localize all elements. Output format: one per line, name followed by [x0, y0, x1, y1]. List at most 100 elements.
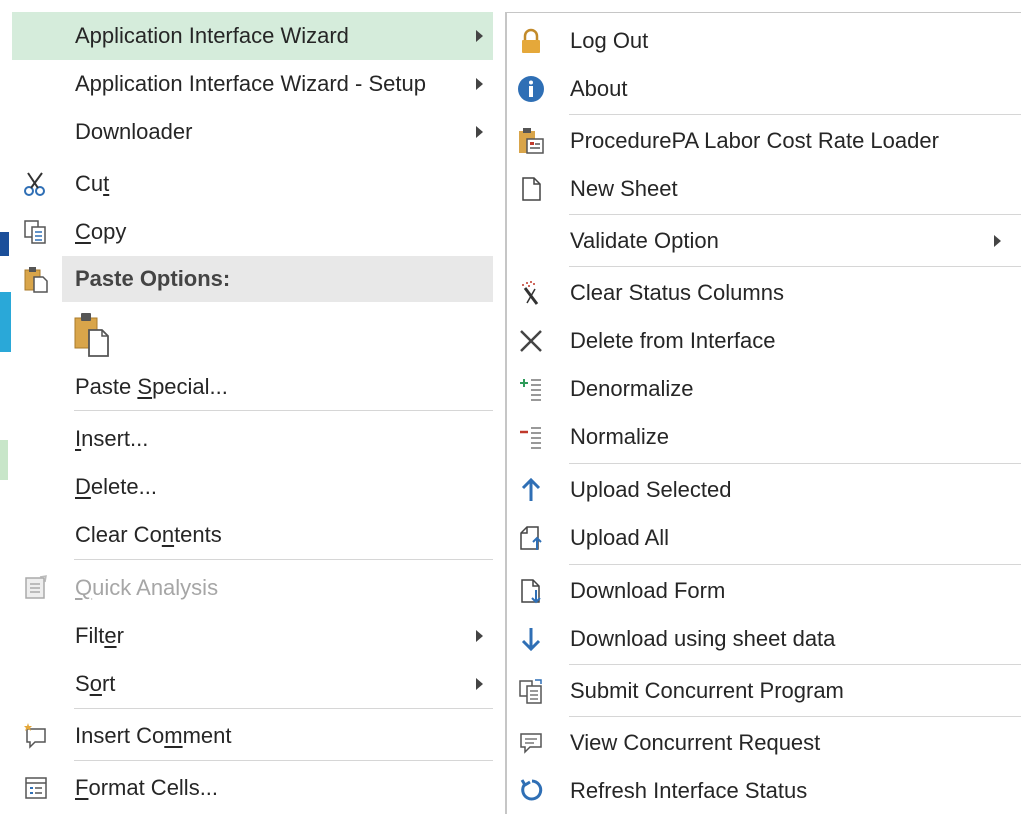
submenu-arrow-icon — [476, 78, 483, 90]
menu-item-label: Sort — [75, 671, 116, 696]
context-menu: Application Interface Wizard Application… — [12, 12, 506, 814]
menu-item-insert-comment[interactable]: Insert Comment — [12, 712, 493, 760]
menu-item-label: Quick Analysis — [75, 575, 219, 600]
scissors-icon — [21, 169, 51, 199]
menu-item-label: Copy — [75, 219, 127, 244]
menu-item-clear-contents[interactable]: Clear Contents — [12, 511, 493, 559]
menu-item-validate-option[interactable]: Validate Option — [507, 217, 1021, 265]
menu-item-application-interface-wizard-setup[interactable]: Application Interface Wizard - Setup — [12, 60, 493, 108]
info-icon — [516, 74, 546, 104]
menu-item-sort[interactable]: Sort — [12, 660, 493, 708]
menu-item-label: Filter — [75, 623, 124, 648]
menu-item-paste-special[interactable]: Paste Special... — [12, 364, 493, 410]
menu-item-label: Download Form — [570, 578, 726, 603]
menu-item-label: Normalize — [570, 424, 670, 449]
menu-item-label: Delete... — [75, 474, 157, 499]
menu-item-format-cells[interactable]: Format Cells... — [12, 764, 493, 812]
menu-item-label: View Concurrent Request — [570, 730, 821, 755]
upload-all-icon — [516, 523, 546, 553]
menu-item-label: Clear Contents — [75, 522, 222, 547]
menu-item-label: Application Interface Wizard - Setup — [75, 71, 426, 96]
download-form-icon — [516, 576, 546, 606]
submenu-arrow-icon — [476, 30, 483, 42]
paste-options-label: Paste Options: — [75, 266, 231, 291]
background-sliver — [0, 292, 11, 352]
menu-item-upload-all[interactable]: Upload All — [507, 514, 1021, 562]
clear-status-icon — [516, 278, 546, 308]
menu-item-denormalize[interactable]: Denormalize — [507, 365, 1021, 413]
menu-item-copy[interactable]: Copy — [12, 208, 493, 256]
submenu-application-interface-wizard: Log Out About ProcedurePA Labor Cost Rat… — [506, 12, 1021, 814]
submit-program-icon — [516, 676, 546, 706]
menu-item-insert[interactable]: Insert... — [12, 415, 493, 463]
menu-separator — [569, 214, 1021, 215]
menu-item-view-concurrent-request[interactable]: View Concurrent Request — [507, 719, 1021, 767]
new-sheet-icon — [516, 174, 546, 204]
paste-options-header: Paste Options: — [62, 256, 493, 302]
menu-item-delete[interactable]: Delete... — [12, 463, 493, 511]
menu-item-download-form[interactable]: Download Form — [507, 567, 1021, 615]
menu-item-label: New Sheet — [570, 176, 678, 201]
normalize-icon — [516, 422, 546, 452]
menu-item-label: About — [570, 76, 628, 101]
arrow-up-icon — [516, 475, 546, 505]
menu-separator — [74, 559, 493, 560]
menu-item-label: Upload Selected — [570, 477, 732, 502]
menu-item-procedurepa-labor-cost-rate-loader[interactable]: ProcedurePA Labor Cost Rate Loader — [507, 117, 1021, 165]
copy-icon — [21, 217, 51, 247]
menu-item-filter[interactable]: Filter — [12, 612, 493, 660]
menu-item-application-interface-wizard[interactable]: Application Interface Wizard — [12, 12, 493, 60]
menu-separator — [569, 114, 1021, 115]
menu-separator — [569, 564, 1021, 565]
menu-separator — [569, 463, 1021, 464]
menu-item-downloader[interactable]: Downloader — [12, 108, 493, 156]
menu-item-label: Delete from Interface — [570, 328, 776, 353]
menu-item-delete-from-interface[interactable]: Delete from Interface — [507, 317, 1021, 365]
menu-separator — [569, 664, 1021, 665]
menu-item-label: Cut — [75, 171, 110, 196]
submenu-arrow-icon — [476, 678, 483, 690]
menu-item-refresh-interface-status[interactable]: Refresh Interface Status — [507, 767, 1021, 814]
paste-button[interactable] — [68, 304, 122, 364]
menu-item-label: Application Interface Wizard — [75, 23, 349, 48]
menu-item-label: Downloader — [75, 119, 193, 144]
menu-separator — [74, 760, 493, 761]
menu-item-cut[interactable]: Cut — [12, 160, 493, 208]
menu-item-label: Insert... — [75, 426, 149, 451]
view-request-icon — [516, 728, 546, 758]
clipboard-icon — [21, 264, 51, 294]
menu-separator — [74, 410, 493, 411]
submenu-arrow-icon — [994, 235, 1001, 247]
menu-item-label: Download using sheet data — [570, 626, 836, 651]
background-sliver — [0, 232, 9, 256]
quick-analysis-icon — [21, 573, 51, 603]
submenu-arrow-icon — [476, 126, 483, 138]
denormalize-icon — [516, 374, 546, 404]
menu-item-quick-analysis: Quick Analysis — [12, 564, 493, 612]
paste-icon — [70, 310, 118, 358]
menu-item-label: Format Cells... — [75, 775, 219, 800]
menu-item-log-out[interactable]: Log Out — [507, 17, 1021, 65]
menu-item-label: Upload All — [570, 525, 670, 550]
arrow-down-icon — [516, 624, 546, 654]
menu-item-clear-status-columns[interactable]: Clear Status Columns — [507, 269, 1021, 317]
menu-item-submit-concurrent-program[interactable]: Submit Concurrent Program — [507, 667, 1021, 715]
menu-item-label: Clear Status Columns — [570, 280, 784, 305]
submenu-arrow-icon — [476, 630, 483, 642]
menu-item-label: Paste Special... — [75, 374, 228, 399]
menu-item-normalize[interactable]: Normalize — [507, 413, 1021, 461]
menu-item-label: Validate Option — [570, 228, 719, 253]
menu-item-label: Refresh Interface Status — [570, 778, 808, 803]
format-cells-icon — [21, 773, 51, 803]
menu-item-download-using-sheet-data[interactable]: Download using sheet data — [507, 615, 1021, 663]
menu-separator — [569, 716, 1021, 717]
menu-item-new-sheet[interactable]: New Sheet — [507, 165, 1021, 213]
menu-item-upload-selected[interactable]: Upload Selected — [507, 466, 1021, 514]
lock-icon — [516, 26, 546, 56]
procedure-icon — [516, 126, 546, 156]
menu-separator — [569, 266, 1021, 267]
menu-separator — [74, 708, 493, 709]
delete-x-icon — [516, 326, 546, 356]
insert-comment-icon — [21, 721, 51, 751]
menu-item-about[interactable]: About — [507, 65, 1021, 113]
